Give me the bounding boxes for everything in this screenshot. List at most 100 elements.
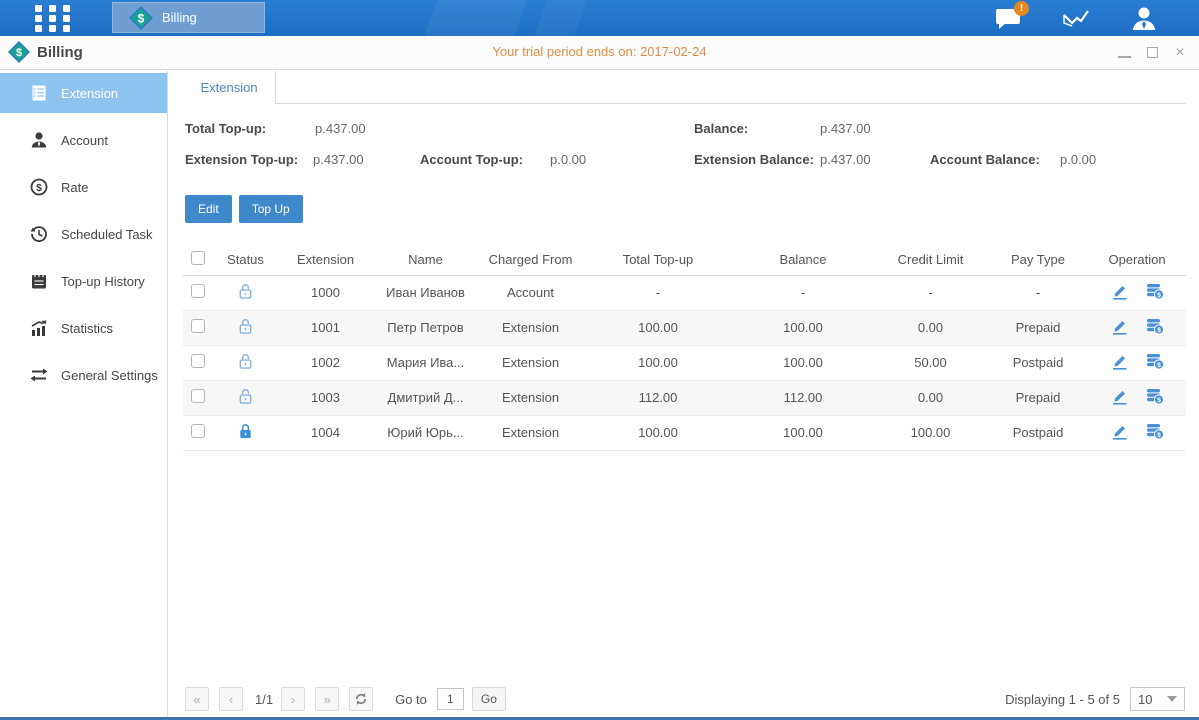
unlocked-icon	[237, 352, 254, 370]
cell-pay-type: Prepaid	[988, 380, 1088, 415]
tab-strip: Extension	[169, 71, 1199, 104]
sidebar-item-rate[interactable]: $ Rate	[0, 167, 167, 207]
balance-summary: Total Top-up: p.437.00 Balance: p.437.00…	[169, 104, 1199, 189]
dollar-circle-icon: $	[30, 178, 48, 196]
cell-pay-type: Postpaid	[988, 415, 1088, 450]
cell-charged-from: Account	[478, 275, 583, 310]
minimize-button[interactable]	[1117, 46, 1131, 60]
edit-icon[interactable]	[1111, 422, 1129, 440]
edit-icon[interactable]	[1111, 282, 1129, 300]
close-button[interactable]: ×	[1173, 46, 1187, 60]
line-chart-icon	[1062, 7, 1090, 29]
cell-name: Юрий Юрь...	[373, 415, 478, 450]
cell-extension: 1000	[278, 275, 373, 310]
cell-credit-limit: 100.00	[873, 415, 988, 450]
topup-coins-icon[interactable]: $	[1146, 282, 1164, 300]
cell-credit-limit: 0.00	[873, 380, 988, 415]
col-total-topup: Total Top-up	[583, 245, 733, 275]
sidebar-item-topup-history[interactable]: Top-up History	[0, 261, 167, 301]
edit-icon[interactable]	[1111, 317, 1129, 335]
go-button[interactable]: Go	[472, 687, 506, 711]
unlocked-icon	[237, 387, 254, 405]
row-checkbox[interactable]	[191, 354, 205, 368]
action-buttons: Edit Top Up	[185, 195, 303, 223]
statistics-icon	[30, 319, 48, 337]
cell-extension: 1003	[278, 380, 373, 415]
select-all-checkbox[interactable]	[191, 251, 205, 265]
page-size-select[interactable]: 10	[1130, 687, 1185, 711]
cell-operation: $	[1111, 282, 1164, 300]
minimize-icon	[1118, 56, 1131, 58]
sidebar-item-statistics[interactable]: Statistics	[0, 308, 167, 348]
balance-label: Balance:	[694, 121, 748, 136]
extension-balance-value: p.437.00	[820, 152, 871, 167]
topbar-billing-tab[interactable]: $ Billing	[112, 2, 265, 33]
svg-text:$: $	[1157, 327, 1161, 334]
sidebar-item-account[interactable]: Account	[0, 120, 167, 160]
sidebar-item-label: Top-up History	[61, 274, 145, 289]
table-header-row: Status Extension Name Charged From Total…	[183, 245, 1186, 275]
cell-total-topup: 100.00	[583, 345, 733, 380]
next-page-button[interactable]: ›	[281, 687, 305, 711]
billing-app-icon: $	[129, 6, 153, 30]
billing-window: $ Billing !	[0, 0, 1199, 720]
col-status: Status	[213, 245, 278, 275]
cell-total-topup: 100.00	[583, 310, 733, 345]
edit-icon[interactable]	[1111, 352, 1129, 370]
topbar-decoration	[419, 0, 531, 36]
table-row[interactable]: 1003 Дмитрий Д... Extension 112.00 112.0…	[183, 380, 1186, 415]
edit-icon[interactable]	[1111, 387, 1129, 405]
topbar-decoration	[529, 0, 591, 36]
sidebar-item-scheduled-task[interactable]: Scheduled Task	[0, 214, 167, 254]
refresh-button[interactable]	[349, 687, 373, 711]
top-app-bar: $ Billing !	[0, 0, 1199, 36]
sidebar-item-general-settings[interactable]: General Settings	[0, 355, 167, 395]
trial-notice: Your trial period ends on: 2017-02-24	[0, 44, 1199, 59]
cell-balance: -	[733, 275, 873, 310]
row-checkbox[interactable]	[191, 424, 205, 438]
tab-extension[interactable]: Extension	[183, 71, 276, 104]
cell-pay-type: Postpaid	[988, 345, 1088, 380]
topup-coins-icon[interactable]: $	[1146, 317, 1164, 335]
locked-icon	[237, 422, 254, 440]
last-page-button[interactable]: »	[315, 687, 339, 711]
app-grid-button[interactable]	[34, 5, 72, 32]
col-operation: Operation	[1088, 245, 1186, 275]
table-row[interactable]: 1004 Юрий Юрь... Extension 100.00 100.00…	[183, 415, 1186, 450]
messages-button[interactable]: !	[993, 5, 1023, 31]
page-indicator: 1/1	[255, 692, 273, 707]
svg-text:$: $	[138, 11, 145, 25]
table-row[interactable]: 1001 Петр Петров Extension 100.00 100.00…	[183, 310, 1186, 345]
topup-coins-icon[interactable]: $	[1146, 422, 1164, 440]
sidebar-item-label: Account	[61, 133, 108, 148]
col-pay-type: Pay Type	[988, 245, 1088, 275]
cell-name: Петр Петров	[373, 310, 478, 345]
cell-total-topup: -	[583, 275, 733, 310]
topup-button[interactable]: Top Up	[239, 195, 303, 223]
cell-operation: $	[1111, 422, 1164, 440]
first-page-button[interactable]: «	[185, 687, 209, 711]
window-titlebar: $ Billing Your trial period ends on: 201…	[0, 36, 1199, 70]
cell-credit-limit: 50.00	[873, 345, 988, 380]
goto-page-input[interactable]	[437, 688, 464, 710]
prev-page-button[interactable]: ‹	[219, 687, 243, 711]
topup-coins-icon[interactable]: $	[1146, 352, 1164, 370]
row-checkbox[interactable]	[191, 319, 205, 333]
edit-button[interactable]: Edit	[185, 195, 232, 223]
tab-extension-label: Extension	[200, 80, 257, 95]
col-charged-from: Charged From	[478, 245, 583, 275]
user-account-button[interactable]	[1129, 5, 1159, 31]
col-credit-limit: Credit Limit	[873, 245, 988, 275]
table-row[interactable]: 1002 Мария Ива... Extension 100.00 100.0…	[183, 345, 1186, 380]
topup-coins-icon[interactable]: $	[1146, 387, 1164, 405]
person-icon	[1131, 5, 1157, 31]
cell-name: Дмитрий Д...	[373, 380, 478, 415]
sidebar-item-label: Rate	[61, 180, 88, 195]
reports-button[interactable]	[1061, 5, 1091, 31]
svg-text:$: $	[1157, 362, 1161, 369]
maximize-button[interactable]	[1145, 46, 1159, 60]
table-row[interactable]: 1000 Иван Иванов Account - - - - $	[183, 275, 1186, 310]
sidebar-item-extension[interactable]: Extension	[0, 73, 167, 113]
row-checkbox[interactable]	[191, 284, 205, 298]
row-checkbox[interactable]	[191, 389, 205, 403]
